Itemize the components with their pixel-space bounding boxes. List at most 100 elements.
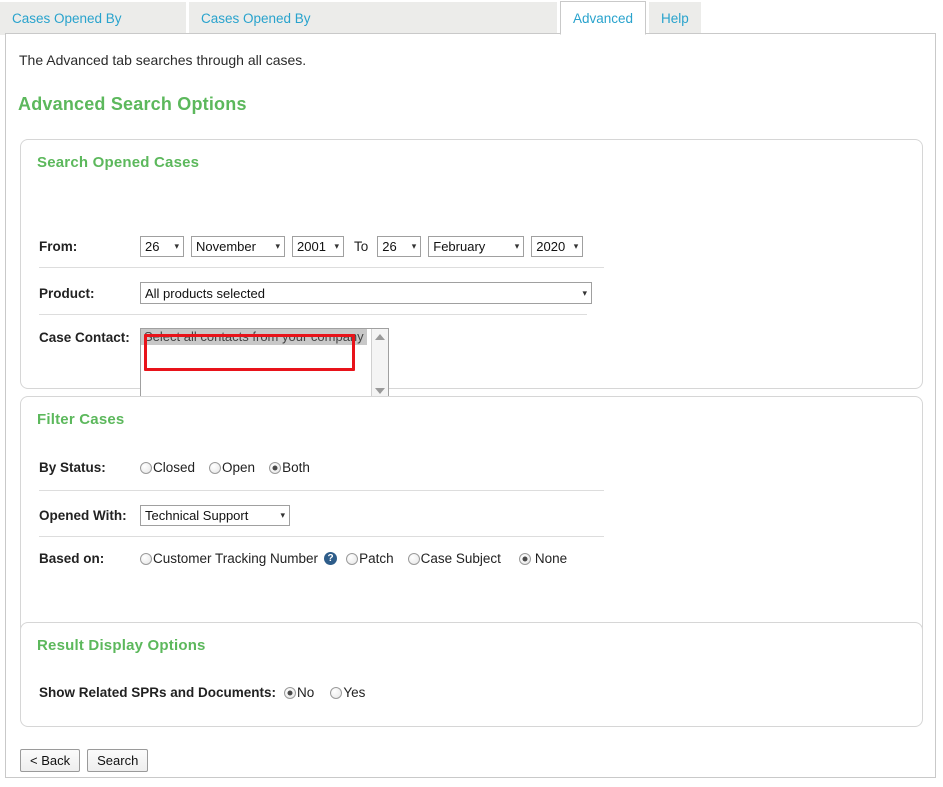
radio-label: Closed (153, 460, 196, 475)
based-on-radio-group: Customer Tracking Number ? Patch Case Su… (140, 551, 567, 566)
status-radio-both[interactable]: Both (269, 460, 310, 475)
radio-label: Case Subject (420, 551, 501, 566)
divider (39, 490, 604, 491)
from-day-select[interactable]: 26 ▾ (140, 236, 184, 257)
scroll-down-arrow-icon[interactable] (375, 388, 385, 394)
status-radio-closed[interactable]: Closed (140, 460, 195, 475)
tab-label: Cases Opened By (201, 11, 311, 26)
show-related-sprs-label: Show Related SPRs and Documents: (39, 685, 277, 700)
divider (39, 267, 604, 268)
chevron-down-icon: ▾ (514, 241, 520, 251)
search-button[interactable]: Search (87, 749, 149, 772)
content-panel: The Advanced tab searches through all ca… (5, 33, 936, 778)
radio-label: Customer Tracking Number (153, 551, 319, 566)
to-month-select[interactable]: February ▾ (428, 236, 525, 257)
chevron-down-icon: ▾ (582, 287, 587, 298)
from-month-value: November (196, 239, 256, 254)
based-on-radio-case-subject[interactable]: Case Subject (407, 551, 501, 566)
tab-help[interactable]: Help (649, 2, 701, 35)
help-icon[interactable]: ? (324, 552, 338, 565)
from-year-select[interactable]: 2001 ▾ (292, 236, 344, 257)
to-month-value: February (433, 239, 486, 254)
chevron-down-icon: ▾ (334, 241, 339, 251)
chevron-down-icon: ▾ (275, 241, 280, 251)
radio-label: Both (282, 460, 310, 475)
product-value: All products selected (145, 285, 265, 301)
radio-icon[interactable] (330, 686, 343, 699)
based-on-radio-none[interactable]: None (518, 551, 568, 566)
opened-with-value: Technical Support (145, 508, 249, 523)
chevron-down-icon: ▾ (411, 241, 417, 251)
radio-label: No (297, 685, 315, 700)
from-year-value: 2001 (297, 239, 326, 254)
panel-title-search: Search Opened Cases (37, 154, 200, 171)
radio-icon[interactable] (284, 686, 297, 699)
radio-label: None (534, 551, 568, 566)
case-contact-listbox[interactable]: Select all contacts from your company (140, 328, 389, 400)
product-row: Product: All products selected ▾ (39, 282, 592, 304)
status-radio-group: Closed Open Both (140, 460, 324, 475)
from-month-select[interactable]: November ▾ (191, 236, 285, 257)
spr-radio-yes[interactable]: Yes (330, 685, 365, 700)
scroll-up-arrow-icon[interactable] (375, 334, 385, 340)
to-day-value: 26 (382, 239, 397, 254)
to-day-select[interactable]: 26 ▾ (377, 236, 422, 257)
chevron-down-icon: ▾ (174, 241, 179, 251)
spr-radio-no[interactable]: No (284, 685, 314, 700)
date-range-row: From: 26 ▾ November ▾ 2001 ▾ To 26 ▾ Feb… (39, 236, 584, 257)
intro-text: The Advanced tab searches through all ca… (19, 52, 307, 68)
back-button[interactable]: < Back (20, 749, 81, 772)
chevron-down-icon: ▾ (280, 510, 285, 520)
tab-label: Advanced (573, 10, 634, 26)
chevron-down-icon: ▾ (573, 241, 579, 251)
result-display-options-panel: Result Display Options Show Related SPRs… (20, 622, 923, 727)
to-label: To (354, 239, 369, 254)
opened-with-select[interactable]: Technical Support ▾ (140, 505, 290, 526)
by-status-label: By Status: (39, 460, 106, 475)
radio-label: Yes (343, 685, 366, 700)
radio-icon[interactable] (407, 552, 420, 565)
page-title: Advanced Search Options (18, 94, 247, 114)
by-status-row: By Status: Closed Open Both (39, 460, 324, 475)
radio-icon[interactable] (140, 552, 152, 565)
based-on-radio-customer-tracking-number[interactable]: Customer Tracking Number ? (140, 551, 340, 566)
product-label: Product: (39, 285, 95, 301)
spr-radio-group: No Yes (284, 685, 365, 700)
to-year-select[interactable]: 2020 ▾ (531, 236, 584, 257)
divider (39, 536, 604, 537)
listbox-scrollbar[interactable] (371, 329, 388, 399)
button-bar: < Back Search (20, 749, 149, 772)
case-contact-label: Case Contact: (39, 330, 130, 345)
radio-label: Open (222, 460, 256, 475)
radio-icon[interactable] (518, 552, 531, 565)
tab-advanced[interactable]: Advanced (560, 1, 647, 35)
case-contact-option[interactable]: Select all contacts from your company (141, 329, 367, 345)
show-related-sprs-row: Show Related SPRs and Documents: No Yes (39, 685, 365, 700)
opened-with-label: Opened With: (39, 508, 127, 523)
panel-title-filter: Filter Cases (37, 411, 125, 428)
tab-bar: Cases Opened By Cases Opened By Advanced… (0, 0, 943, 35)
filter-cases-panel: Filter Cases By Status: Closed Open Both (20, 396, 923, 646)
radio-icon[interactable] (269, 461, 282, 474)
radio-icon[interactable] (209, 461, 222, 474)
radio-label: Patch (359, 551, 394, 566)
to-year-value: 2020 (536, 239, 566, 254)
based-on-radio-patch[interactable]: Patch (346, 551, 394, 566)
tab-label: Cases Opened By (12, 11, 122, 26)
case-contact-row: Case Contact: Select all contacts from y… (39, 328, 389, 400)
tab-label: Help (661, 11, 689, 26)
from-label: From: (39, 239, 78, 254)
tab-cases-opened-by-1[interactable]: Cases Opened By (0, 2, 186, 35)
radio-icon[interactable] (346, 552, 359, 565)
search-opened-cases-panel: Search Opened Cases From: 26 ▾ November … (20, 139, 923, 400)
based-on-label: Based on: (39, 551, 105, 566)
product-select[interactable]: All products selected ▾ (140, 282, 592, 304)
radio-icon[interactable] (140, 461, 152, 474)
based-on-row: Based on: Customer Tracking Number ? Pat… (39, 551, 567, 566)
opened-with-row: Opened With: Technical Support ▾ (39, 505, 290, 526)
from-day-value: 26 (145, 239, 160, 254)
divider (39, 314, 587, 315)
panel-title-result: Result Display Options (37, 637, 206, 654)
status-radio-open[interactable]: Open (209, 460, 255, 475)
tab-cases-opened-by-2[interactable]: Cases Opened By (189, 2, 557, 35)
